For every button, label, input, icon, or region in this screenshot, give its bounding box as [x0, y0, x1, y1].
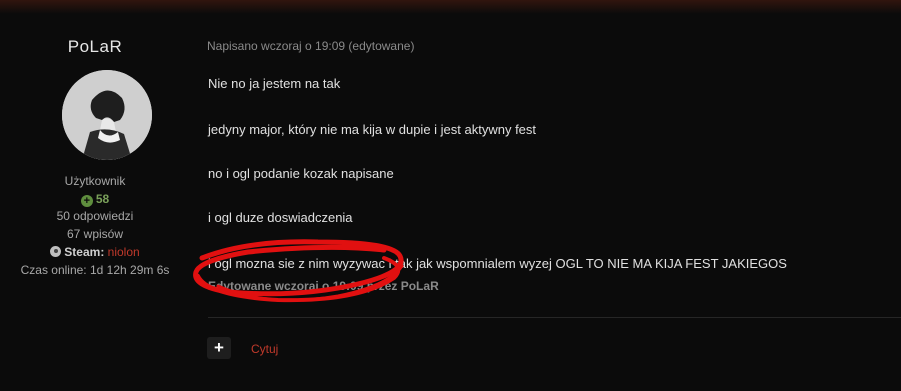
replies-count: 50 odpowiedzi: [56, 209, 134, 223]
steam-label: Steam:: [64, 245, 105, 259]
add-button[interactable]: +: [207, 337, 231, 359]
post-paragraph: no i ogl podanie kozak napisane: [208, 166, 394, 181]
entries-count: 67 wpisów: [66, 227, 124, 241]
author-username[interactable]: PoLaR: [0, 37, 190, 57]
post-paragraph: i ogl duze doswiadczenia: [208, 210, 353, 225]
reputation-value: 58: [95, 192, 110, 206]
post-paragraph: Nie no ja jestem na tak: [208, 76, 341, 91]
post-meta: Napisano wczoraj o 19:09 (edytowane): [207, 39, 415, 53]
post-paragraph: jedyny major, który nie ma kija w dupie …: [208, 122, 537, 137]
avatar-image: [62, 70, 152, 160]
red-scribble-annotation: [193, 239, 404, 303]
post-divider: [208, 317, 901, 318]
top-glow: [0, 0, 901, 14]
post-paragraph: i ogl mozna sie z nim wyzywac i tak jak …: [208, 256, 787, 271]
steam-link[interactable]: niolon: [108, 245, 140, 259]
user-role: Użytkownik: [64, 174, 126, 188]
steam-icon: [50, 246, 62, 257]
reputation-badge[interactable]: +58: [0, 192, 190, 207]
online-time: Czas online: 1d 12h 29m 6s: [20, 263, 170, 277]
avatar[interactable]: [62, 70, 152, 160]
quote-button[interactable]: Cytuj: [251, 342, 278, 356]
edited-note: Edytowane wczoraj o 19:09 przez PoLaR: [208, 279, 439, 293]
plus-circle-icon: +: [80, 195, 93, 207]
steam-info: Steam: niolon: [0, 245, 190, 259]
